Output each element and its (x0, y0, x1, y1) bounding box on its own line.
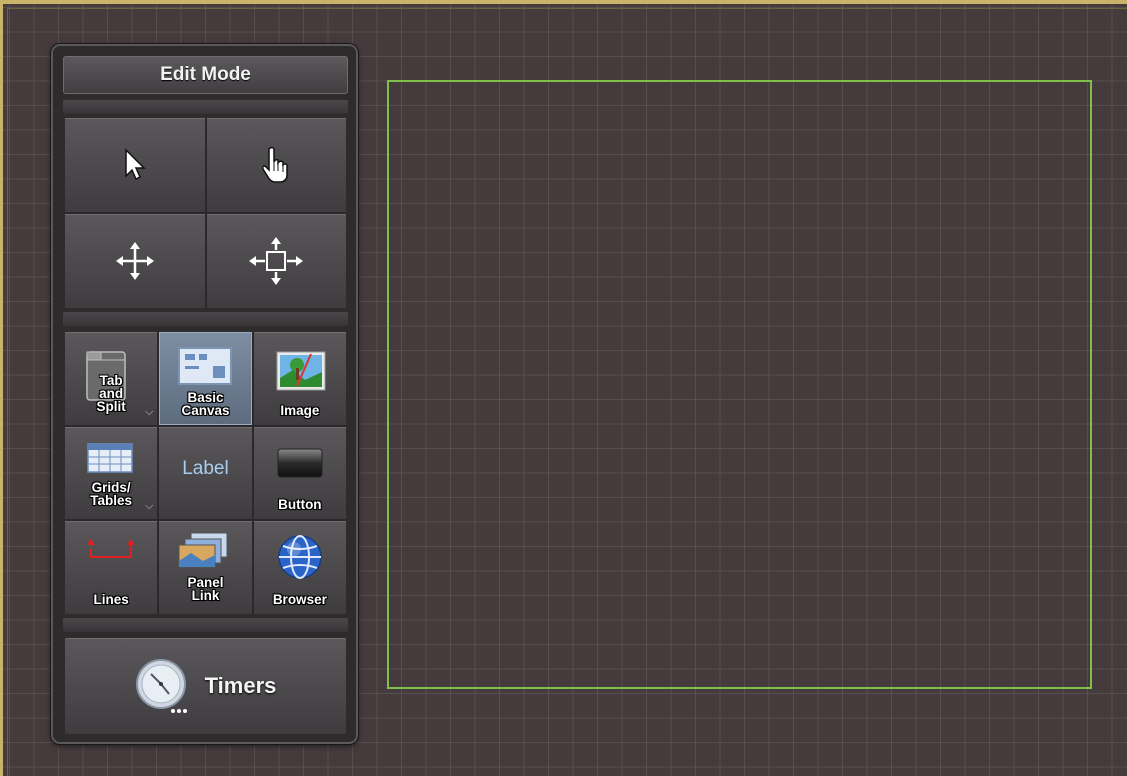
tool-palette: Tab and Split ⌵ Basic Canvas Image Grids… (65, 332, 346, 614)
edit-mode-toolbox: Edit Mode Tab and Split ⌵ Basic Canvas I… (51, 44, 358, 744)
button-tool[interactable]: Button (253, 426, 346, 520)
move-arrows-icon (115, 242, 154, 280)
label-tool[interactable]: Label (159, 426, 252, 520)
edit-mode-grid (65, 118, 346, 308)
basic-canvas-tool[interactable]: Basic Canvas (159, 332, 252, 425)
hand-cursor-icon (262, 146, 288, 183)
toolbox-title: Edit Mode (63, 56, 348, 94)
edit-canvas-window[interactable]: Edit Mode Tab and Split ⌵ Basic Canvas I… (0, 0, 1127, 776)
grids-tables-tool[interactable]: Grids/ Tables ⌵ (65, 426, 158, 520)
timers-label: Timers (204, 673, 277, 698)
tool-label: Tab and Split (96, 372, 126, 414)
lines-tool[interactable]: Lines (65, 521, 158, 614)
label-tool-text: Label (182, 457, 229, 479)
separator (63, 618, 348, 632)
basic-canvas-frame[interactable] (387, 80, 1092, 689)
select-arrow-button[interactable] (65, 118, 205, 212)
browser-tool[interactable]: Browser (253, 521, 346, 614)
tool-label: Grids/ Tables (90, 480, 133, 509)
lines-icon (87, 539, 135, 559)
tool-label: Browser (272, 591, 327, 607)
tab-and-split-tool[interactable]: Tab and Split ⌵ (65, 332, 158, 425)
clock-icon (135, 659, 187, 713)
move-button[interactable] (65, 214, 205, 308)
resize-box-icon (249, 237, 304, 285)
canvas-icon (178, 347, 233, 385)
hand-pointer-button[interactable] (206, 118, 346, 212)
dropdown-caret-icon: ⌵ (144, 405, 154, 418)
grid-icon (87, 442, 133, 473)
arrow-cursor-icon (125, 148, 146, 181)
dropdown-caret-icon: ⌵ (144, 500, 154, 513)
globe-icon (277, 535, 322, 580)
tool-label: Panel Link (187, 574, 224, 603)
separator (63, 100, 348, 114)
tool-label: Button (278, 497, 322, 513)
timers-button[interactable]: Timers (65, 638, 346, 734)
panel-link-icon (178, 532, 228, 568)
resize-button[interactable] (206, 214, 346, 308)
panel-link-tool[interactable]: Panel Link (159, 521, 252, 614)
separator (63, 312, 348, 326)
image-icon (276, 351, 326, 391)
image-tool[interactable]: Image (253, 332, 346, 425)
tool-label: Image (280, 402, 320, 418)
tool-label: Basic Canvas (181, 389, 230, 418)
button-icon (277, 448, 323, 478)
tool-label: Lines (93, 591, 129, 607)
